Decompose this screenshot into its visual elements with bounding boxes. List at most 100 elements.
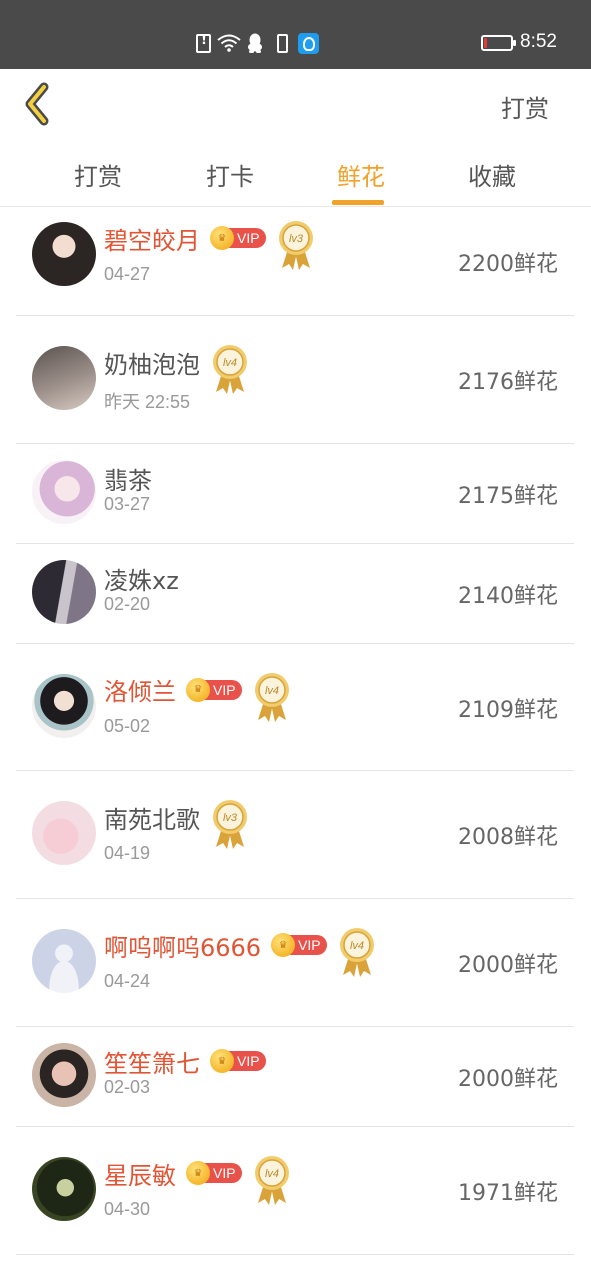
user-avatar[interactable]	[32, 673, 96, 738]
crown-icon: ♛	[271, 933, 296, 957]
name-line: 星辰敏 ♛ VIP lv4	[104, 1155, 292, 1205]
flower-amount: 2175鲜花	[458, 484, 558, 509]
tab-flowers[interactable]: 鲜花	[321, 157, 401, 205]
user-avatar[interactable]	[32, 346, 96, 410]
user-avatar[interactable]	[32, 222, 96, 286]
vip-badge: ♛ VIP	[210, 1049, 266, 1073]
reward-date: 03-27	[104, 494, 151, 514]
level-medal-icon: lv3	[210, 798, 250, 850]
name-line: 笙笙箫七 ♛ VIP	[104, 1043, 266, 1079]
wifi-icon	[217, 34, 241, 52]
name-line: 奶柚泡泡 lv4	[104, 344, 250, 394]
reward-date: 02-20	[104, 594, 151, 614]
reward-date: 昨天 22:55	[104, 392, 191, 412]
flower-amount: 2176鲜花	[458, 370, 558, 395]
svg-text:lv4: lv4	[265, 685, 279, 697]
svg-text:lv3: lv3	[289, 233, 304, 245]
crown-icon: ♛	[186, 1161, 210, 1185]
list-item[interactable]: 凌姝xz 02-20 2140鲜花	[16, 544, 574, 644]
phone-icon	[277, 33, 288, 53]
user-name[interactable]: 凌姝xz	[104, 561, 179, 596]
level-medal-icon: lv4	[252, 671, 292, 723]
tab-label: 收藏	[468, 163, 516, 191]
flower-amount: 2000鲜花	[458, 953, 558, 978]
flower-amount: 2200鲜花	[458, 252, 558, 277]
name-line: 翡茶	[104, 460, 152, 496]
list-item[interactable]: 碧空皎月 ♛ VIP lv3 04-27 2200鲜花	[16, 208, 574, 316]
tab-reward[interactable]: 打赏	[58, 157, 138, 192]
flower-amount: 1971鲜花	[458, 1181, 558, 1206]
crown-icon: ♛	[210, 1049, 234, 1073]
user-avatar[interactable]	[32, 560, 96, 624]
flower-amount: 2109鲜花	[458, 697, 558, 723]
sim-alert-icon	[196, 33, 211, 53]
reward-date: 02-03	[104, 1077, 151, 1097]
status-bar: 8:52	[0, 0, 591, 69]
user-avatar[interactable]	[32, 801, 96, 865]
qq-icon	[247, 33, 263, 53]
reward-date: 04-30	[104, 1199, 151, 1219]
reward-date: 05-02	[104, 715, 151, 736]
chevron-left-icon	[25, 82, 49, 126]
svg-text:lv4: lv4	[350, 940, 364, 952]
clock: 8:52	[520, 31, 557, 52]
vip-badge: ♛ VIP	[186, 677, 242, 702]
list-item[interactable]: 星辰敏 ♛ VIP lv4 04-30 1971鲜花	[16, 1127, 574, 1255]
list-item[interactable]: 奶柚泡泡 lv4 昨天 22:55 2176鲜花	[16, 316, 574, 444]
name-line: 啊呜啊呜6666 ♛ VIP lv4	[104, 927, 377, 977]
vip-badge: ♛ VIP	[271, 933, 327, 957]
back-button[interactable]	[20, 81, 60, 127]
list-item[interactable]: 洛倾兰 ♛ VIP lv4 05-02 2109鲜花	[16, 644, 574, 771]
user-name[interactable]: 奶柚泡泡	[104, 345, 200, 380]
flower-amount: 2000鲜花	[458, 1067, 558, 1092]
user-name[interactable]: 星辰敏	[104, 1156, 176, 1191]
flower-amount: 2008鲜花	[458, 825, 558, 850]
tab-favorites[interactable]: 收藏	[452, 157, 532, 192]
name-line: 碧空皎月 ♛ VIP lv3	[104, 220, 316, 270]
reward-date: 04-19	[104, 843, 151, 863]
user-avatar[interactable]	[32, 1157, 96, 1221]
crown-icon: ♛	[210, 226, 234, 250]
name-line: 凌姝xz	[104, 560, 179, 596]
user-name[interactable]: 翡茶	[104, 461, 152, 496]
level-medal-icon: lv4	[252, 1154, 292, 1206]
app-notification-icon	[298, 32, 319, 54]
reward-date: 04-27	[104, 264, 151, 284]
status-icons	[196, 31, 319, 55]
user-name[interactable]: 碧空皎月	[104, 221, 200, 256]
header-reward-button[interactable]: 打赏	[501, 89, 549, 124]
svg-text:lv3: lv3	[223, 812, 238, 824]
tab-label: 鲜花	[337, 163, 385, 191]
svg-text:lv4: lv4	[223, 357, 237, 369]
tab-label: 打赏	[74, 163, 122, 191]
battery-level	[484, 38, 487, 48]
user-name[interactable]: 啊呜啊呜6666	[104, 928, 261, 963]
tab-bar: 打赏 打卡 鲜花 收藏	[0, 139, 591, 207]
user-avatar[interactable]	[32, 460, 96, 524]
user-name[interactable]: 洛倾兰	[104, 672, 176, 707]
flower-amount: 2140鲜花	[458, 584, 558, 609]
active-tab-indicator	[332, 200, 384, 205]
battery-icon	[481, 35, 516, 51]
list-item[interactable]: 南苑北歌 lv3 04-19 2008鲜花	[16, 771, 574, 899]
user-avatar[interactable]	[32, 1043, 96, 1107]
list-item[interactable]: 翡茶 03-27 2175鲜花	[16, 444, 574, 544]
reward-date: 04-24	[104, 971, 151, 991]
name-line: 南苑北歌 lv3	[104, 799, 250, 849]
svg-text:lv4: lv4	[265, 1168, 279, 1180]
user-avatar[interactable]	[32, 929, 96, 993]
level-medal-icon: lv3	[276, 219, 316, 271]
tab-checkin[interactable]: 打卡	[190, 157, 270, 192]
name-line: 洛倾兰 ♛ VIP lv4	[104, 672, 292, 722]
level-medal-icon: lv4	[210, 343, 250, 395]
vip-badge: ♛ VIP	[186, 1161, 242, 1185]
vip-badge: ♛ VIP	[210, 226, 266, 250]
level-medal-icon: lv4	[337, 926, 377, 978]
header: 打赏	[0, 69, 591, 139]
user-name[interactable]: 南苑北歌	[104, 800, 200, 835]
user-name[interactable]: 笙笙箫七	[104, 1044, 200, 1079]
list-item[interactable]: 笙笙箫七 ♛ VIP 02-03 2000鲜花	[16, 1027, 574, 1127]
tab-label: 打卡	[206, 163, 254, 191]
list-item[interactable]: 啊呜啊呜6666 ♛ VIP lv4 04-24 2000鲜花	[16, 899, 574, 1027]
crown-icon: ♛	[186, 677, 210, 702]
